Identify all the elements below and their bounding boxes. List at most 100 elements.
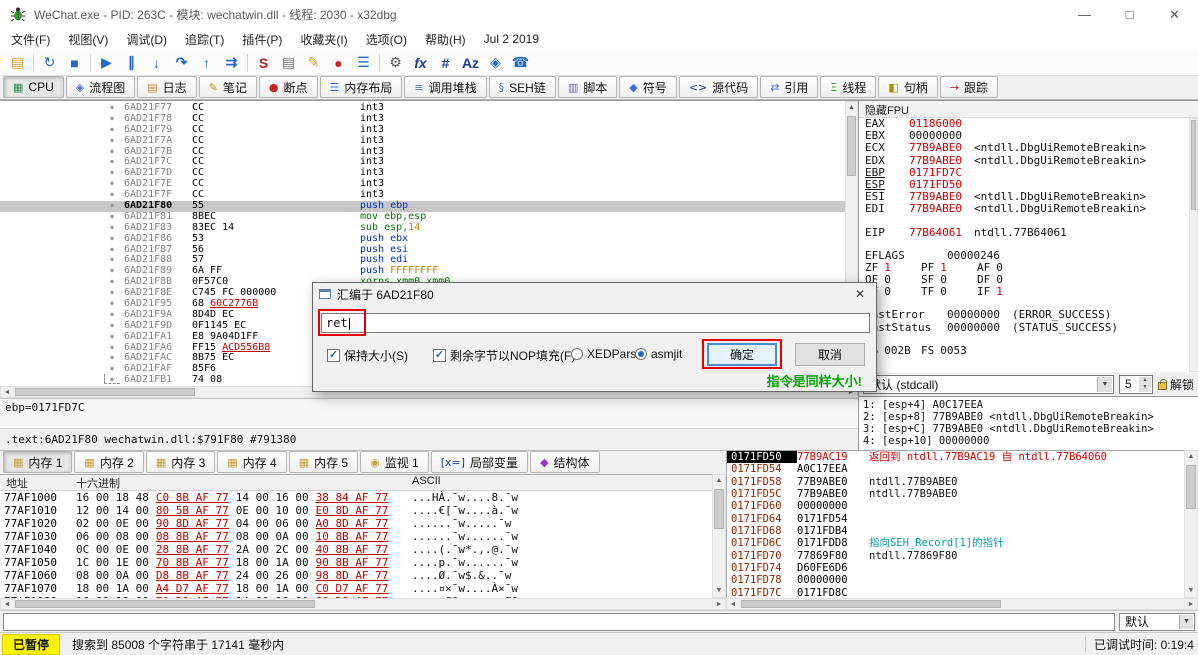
dialog-close-button[interactable]: ✕: [844, 283, 876, 305]
unlock-toggle[interactable]: 解锁: [1158, 376, 1194, 393]
settings-icon[interactable]: ⚙: [383, 52, 408, 74]
stack-row[interactable]: 0171FD6C0171FDD8指向SEH_Record[1]的指针: [727, 537, 1198, 549]
chevron-down-icon[interactable]: ▼: [1097, 377, 1112, 392]
tab-seh[interactable]: §SEH链: [489, 76, 556, 98]
tab-notes[interactable]: ✎笔记: [199, 76, 257, 98]
log-icon[interactable]: ▤: [276, 52, 301, 74]
register-row[interactable]: LastStatus00000000(STATUS_SUCCESS): [859, 322, 1198, 334]
tab-graph[interactable]: ◈流程图: [66, 76, 135, 98]
tab-dump-4[interactable]: ▦内存 4: [217, 451, 286, 473]
menu-item[interactable]: 文件(F): [2, 28, 59, 51]
stack-row[interactable]: 0171FD7800000000: [727, 574, 1198, 586]
flag-tf[interactable]: TF0: [921, 286, 977, 298]
command-input[interactable]: [3, 613, 1115, 631]
stack-row[interactable]: 0171FD54A0C17EEA: [727, 463, 1198, 475]
tab-memory-map[interactable]: ☰内存布局: [320, 76, 403, 98]
spinner-arrows-icon[interactable]: ▲▼: [1139, 377, 1151, 392]
stack-row[interactable]: 0171FD5877B9ABE0ntdll.77B9ABE0: [727, 476, 1198, 488]
dump-vscrollbar[interactable]: ▲▼: [712, 474, 726, 598]
menu-item[interactable]: 帮助(H): [416, 28, 475, 51]
memory-map-icon[interactable]: ☰: [351, 52, 376, 74]
tab-breakpoints[interactable]: ●断点: [259, 76, 318, 98]
help-icon[interactable]: ☎: [508, 52, 533, 74]
stop-icon[interactable]: ■: [62, 52, 87, 74]
maximize-button[interactable]: □: [1107, 1, 1152, 28]
tab-locals[interactable]: [x=]局部变量: [431, 451, 528, 473]
stack-row[interactable]: 0171FD680171FDB4: [727, 525, 1198, 537]
stack-hscrollbar[interactable]: ◄►: [726, 598, 1198, 610]
register-row[interactable]: EIP77B64061ntdll.77B64061: [859, 227, 1198, 239]
flag-if[interactable]: IF1: [977, 286, 1033, 298]
arg-count-stepper[interactable]: 5▲▼: [1119, 375, 1153, 394]
restart-icon[interactable]: ↻: [37, 52, 62, 74]
chevron-down-icon[interactable]: ▼: [1179, 615, 1193, 629]
register-row[interactable]: EDI77B9ABE0<ntdll.DbgUiRemoteBreakin>: [859, 203, 1198, 215]
tab-threads[interactable]: Ξ线程: [820, 76, 876, 98]
keep-size-checkbox[interactable]: ✓ 保持大小(S): [327, 347, 408, 364]
assemble-input[interactable]: ret: [321, 313, 870, 333]
register-row[interactable]: LastError00000000(ERROR_SUCCESS): [859, 309, 1198, 321]
step-out-icon[interactable]: ↑: [194, 52, 219, 74]
hide-fpu-button[interactable]: 隐藏FPU: [859, 101, 1198, 118]
strings-icon[interactable]: Az: [458, 52, 483, 74]
stack-row[interactable]: 0171FD640171FD54: [727, 513, 1198, 525]
tab-dump-3[interactable]: ▦内存 3: [146, 451, 215, 473]
dump-row[interactable]: 77AF101012 00 14 0080 5B AF 770E 00 10 0…: [0, 504, 726, 517]
stack-row[interactable]: 0171FD7C0171FD8C: [727, 587, 1198, 598]
animate-icon[interactable]: ⇉: [219, 52, 244, 74]
tab-script[interactable]: ▥脚本: [558, 76, 617, 98]
tab-source[interactable]: <>源代码: [679, 76, 758, 98]
notes-icon[interactable]: ✎: [301, 52, 326, 74]
tab-watch-1[interactable]: ◉监视 1: [360, 451, 429, 473]
menu-item[interactable]: 调试(D): [117, 28, 176, 51]
argument-row[interactable]: 1: [esp+4] A0C17EEA: [863, 399, 1194, 411]
menu-item[interactable]: 追踪(T): [176, 28, 233, 51]
stack-row[interactable]: 0171FD5077B9AC19返回到 ntdll.77B9AC19 自 ntd…: [727, 451, 1198, 463]
step-over-icon[interactable]: ↷: [169, 52, 194, 74]
dump-row[interactable]: 77AF10400C 00 0E 0028 8B AF 772A 00 2C 0…: [0, 543, 726, 556]
ok-button[interactable]: 确定: [707, 343, 777, 366]
menu-item[interactable]: 视图(V): [59, 28, 117, 51]
command-profile-select[interactable]: 默认▼: [1119, 613, 1195, 631]
menu-item[interactable]: 插件(P): [233, 28, 291, 51]
calculator-icon[interactable]: fx: [408, 52, 433, 74]
flags-row[interactable]: CF0TF0IF1: [859, 286, 1198, 298]
tab-call-stack[interactable]: ≡调用堆栈: [404, 76, 486, 98]
tab-dump-1[interactable]: ▦内存 1: [3, 451, 72, 473]
tab-handles[interactable]: ◧句柄: [878, 76, 937, 98]
breakpoints-icon[interactable]: ●: [326, 52, 351, 74]
open-file-icon[interactable]: ▤: [5, 52, 30, 74]
step-into-icon[interactable]: ↓: [144, 52, 169, 74]
register-row[interactable]: EFLAGS00000246: [859, 250, 1198, 262]
menu-item[interactable]: 收藏夹(I): [291, 28, 356, 51]
dump-row[interactable]: 77AF100016 00 18 48C0 8B AF 7714 00 16 0…: [0, 491, 726, 504]
registers-vscrollbar[interactable]: [1189, 118, 1198, 372]
cancel-button[interactable]: 取消: [795, 343, 865, 366]
stack-row[interactable]: 0171FD74D60FE6D6: [727, 562, 1198, 574]
flags-row[interactable]: ZF1PF1AF0: [859, 262, 1198, 274]
stack-row[interactable]: 0171FD5C77B9ABE0ntdll.77B9ABE0: [727, 488, 1198, 500]
dump-row[interactable]: 77AF107018 00 1A 00A4 D7 AF 7718 00 1A 0…: [0, 582, 726, 595]
flag-fs[interactable]: FS0053: [921, 345, 977, 357]
argument-row[interactable]: 2: [esp+8] 77B9ABE0 <ntdll.DbgUiRemoteBr…: [863, 411, 1194, 423]
graph-icon[interactable]: ◈: [483, 52, 508, 74]
stack-vscrollbar[interactable]: ▲▼: [1184, 450, 1198, 598]
argument-row[interactable]: 4: [esp+10] 00000000: [863, 435, 1194, 447]
dump-row[interactable]: 77AF103006 00 08 0008 8B AF 7708 00 0A 0…: [0, 530, 726, 543]
flags-row[interactable]: GS002BFS0053: [859, 345, 1198, 357]
argument-row[interactable]: 3: [esp+C] 77B9ABE0 <ntdll.DbgUiRemoteBr…: [863, 423, 1194, 435]
dump-row[interactable]: 77AF106008 00 0A 00D8 8B AF 7724 00 26 0…: [0, 569, 726, 582]
tab-symbols[interactable]: ◆符号: [619, 76, 676, 98]
nop-fill-checkbox[interactable]: ✓ 剩余字节以NOP填充(F): [433, 347, 575, 364]
tab-cpu[interactable]: ▦CPU: [3, 76, 64, 98]
scylla-icon[interactable]: S: [251, 52, 276, 74]
tab-references[interactable]: ⇄引用: [760, 76, 818, 98]
asmjit-radio[interactable]: asmjit: [635, 347, 682, 361]
tab-trace[interactable]: →跟踪: [940, 76, 998, 98]
tab-log[interactable]: ▤日志: [137, 76, 196, 98]
xedparse-radio[interactable]: XEDParse: [571, 347, 643, 361]
stack-row[interactable]: 0171FD7077869F80ntdll.77869F80: [727, 550, 1198, 562]
dump-row[interactable]: 77AF102002 00 0E 0090 8D AF 7704 00 06 0…: [0, 517, 726, 530]
minimize-button[interactable]: —: [1062, 1, 1107, 28]
tab-dump-5[interactable]: ▦内存 5: [289, 451, 358, 473]
